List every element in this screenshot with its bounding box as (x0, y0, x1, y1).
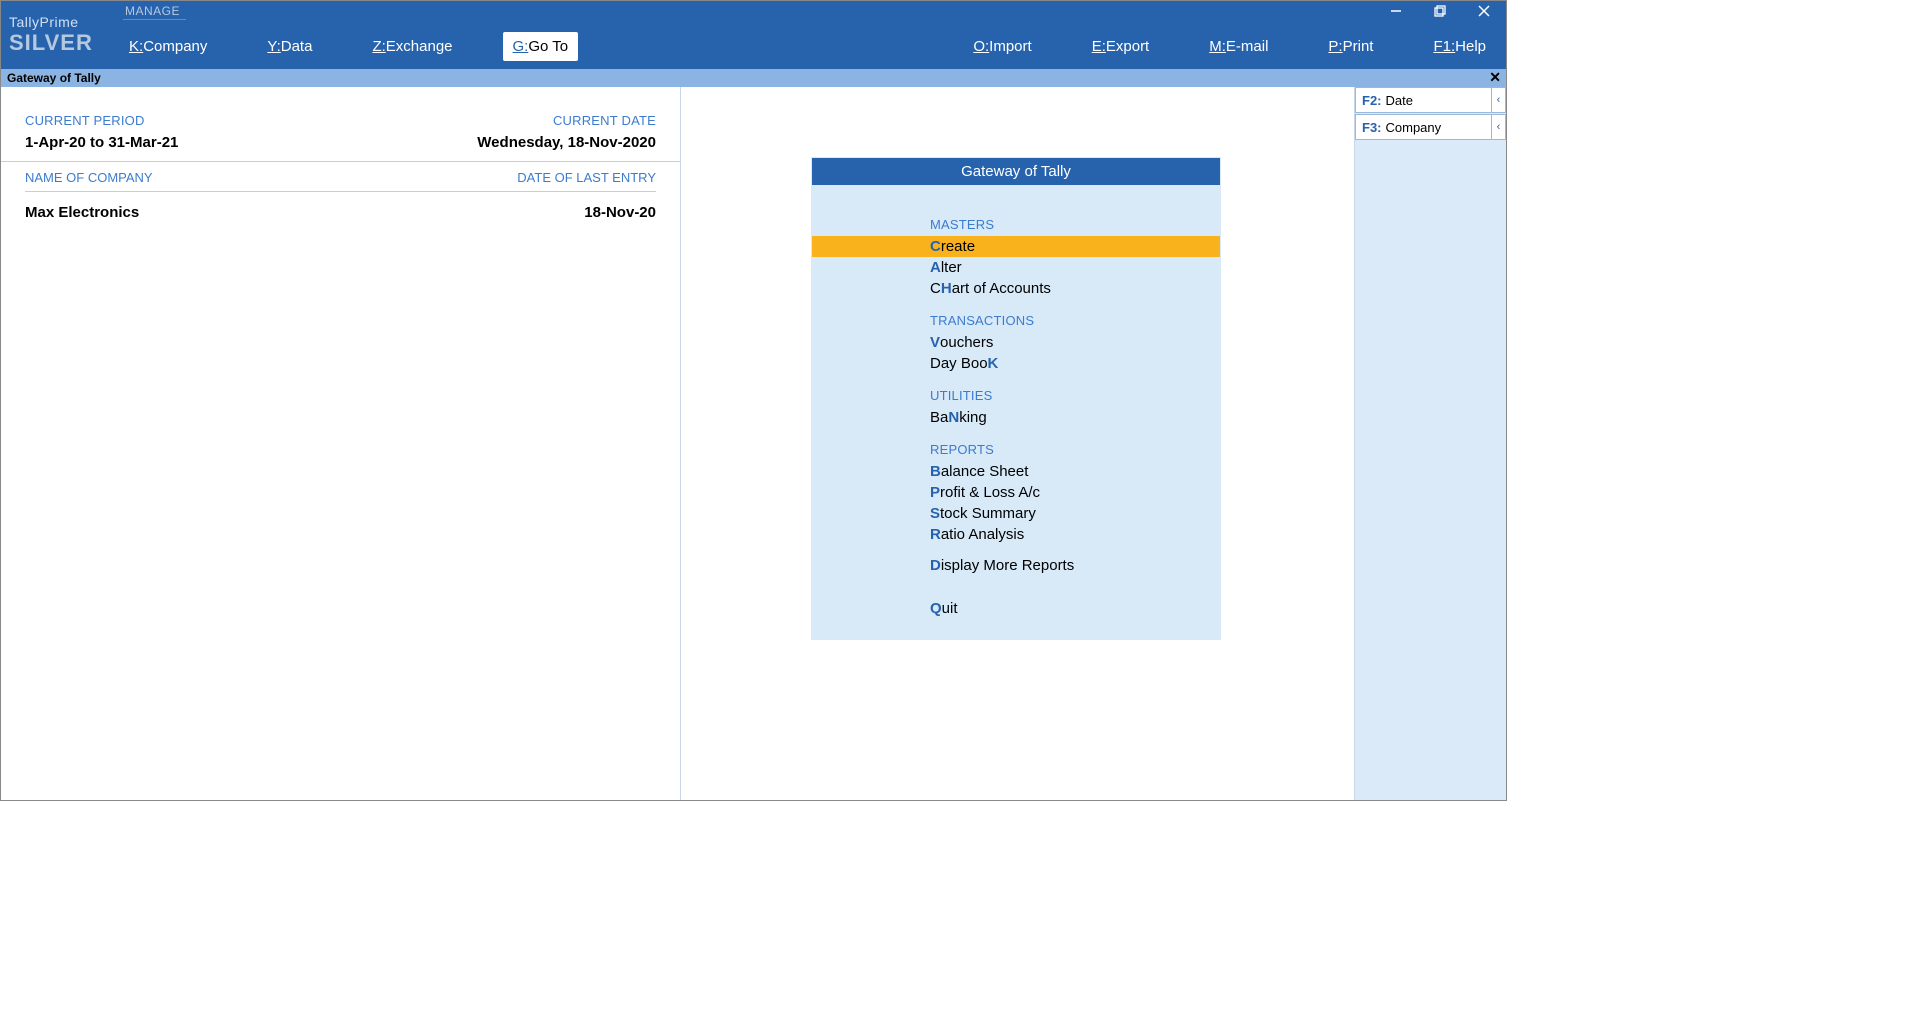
app-window: TallyPrime SILVER MANAGE K:Company Y:Dat… (0, 0, 1507, 801)
section-masters: MASTERS (812, 213, 1220, 236)
brand-block: TallyPrime SILVER (1, 1, 119, 69)
company-name-header: NAME OF COMPANY (25, 170, 153, 185)
sidebar-company-label: Company (1386, 120, 1442, 135)
gateway-panel: Gateway of Tally MASTERS Create Alter CH… (811, 157, 1221, 640)
right-sidebar: F2: Date ‹ F3: Company ‹ (1354, 87, 1506, 800)
company-name: Max Electronics (25, 204, 139, 221)
gateway-body: MASTERS Create Alter CHart of Accounts T… (812, 185, 1220, 639)
item-vouchers[interactable]: Vouchers (812, 332, 1220, 353)
period-block: CURRENT PERIOD CURRENT DATE 1-Apr-20 to … (1, 87, 680, 162)
subheader-close-icon[interactable]: ✕ (1489, 69, 1501, 86)
menu-print[interactable]: P:Print (1318, 32, 1383, 61)
brand-edition: SILVER (9, 30, 119, 56)
manage-label[interactable]: MANAGE (123, 4, 186, 20)
company-row[interactable]: Max Electronics 18-Nov-20 (25, 204, 656, 221)
item-quit[interactable]: Quit (812, 598, 1220, 619)
item-banking[interactable]: BaNking (812, 407, 1220, 428)
menu-help[interactable]: F1:Help (1423, 32, 1496, 61)
sub-header-title: Gateway of Tally (7, 71, 101, 85)
current-date-label: CURRENT DATE (553, 113, 656, 128)
menu-import[interactable]: O:Import (963, 32, 1041, 61)
item-ratio-analysis[interactable]: Ratio Analysis (812, 524, 1220, 545)
menu-exchange[interactable]: Z:Exchange (362, 32, 462, 61)
close-button[interactable] (1462, 1, 1506, 21)
item-profit-loss[interactable]: Profit & Loss A/c (812, 482, 1220, 503)
left-pane: CURRENT PERIOD CURRENT DATE 1-Apr-20 to … (1, 87, 681, 800)
menu-email[interactable]: M:E-mail (1199, 32, 1278, 61)
brand-name: TallyPrime (9, 14, 119, 30)
item-day-book[interactable]: Day BooK (812, 353, 1220, 374)
sidebar-company-key: F3: (1356, 120, 1386, 135)
section-utilities: UTILITIES (812, 384, 1220, 407)
current-period-label: CURRENT PERIOD (25, 113, 145, 128)
menu-export[interactable]: E:Export (1082, 32, 1160, 61)
menu-data[interactable]: Y:Data (257, 32, 322, 61)
gateway-title: Gateway of Tally (812, 158, 1220, 185)
main-menu: K:Company Y:Data Z:Exchange G:Go To O:Im… (119, 23, 1506, 69)
title-bar: TallyPrime SILVER MANAGE K:Company Y:Dat… (1, 1, 1506, 69)
menu-company[interactable]: K:Company (119, 32, 217, 61)
company-block: NAME OF COMPANY DATE OF LAST ENTRY Max E… (1, 162, 680, 221)
minimize-button[interactable] (1374, 1, 1418, 21)
company-date-header: DATE OF LAST ENTRY (517, 170, 656, 185)
menu-goto[interactable]: G:Go To (503, 32, 579, 61)
company-last-entry: 18-Nov-20 (584, 204, 656, 221)
item-alter[interactable]: Alter (812, 257, 1220, 278)
item-stock-summary[interactable]: Stock Summary (812, 503, 1220, 524)
body: CURRENT PERIOD CURRENT DATE 1-Apr-20 to … (1, 87, 1506, 800)
window-controls (1374, 1, 1506, 21)
chevron-left-icon[interactable]: ‹ (1491, 115, 1505, 139)
center-pane: Gateway of Tally MASTERS Create Alter CH… (681, 87, 1354, 800)
minimize-icon (1390, 5, 1402, 17)
chevron-left-icon[interactable]: ‹ (1491, 88, 1505, 112)
current-period-value: 1-Apr-20 to 31-Mar-21 (25, 134, 178, 151)
top-menu-col: MANAGE K:Company Y:Data Z:Exchange G:Go … (119, 1, 1506, 69)
sub-header: Gateway of Tally ✕ (1, 69, 1506, 87)
sidebar-date-key: F2: (1356, 93, 1386, 108)
maximize-button[interactable] (1418, 1, 1462, 21)
manage-row: MANAGE (119, 1, 1506, 23)
item-display-more-reports[interactable]: Display More Reports (812, 555, 1220, 576)
close-icon (1478, 5, 1490, 17)
maximize-icon (1434, 5, 1446, 17)
section-reports: REPORTS (812, 438, 1220, 461)
item-chart-of-accounts[interactable]: CHart of Accounts (812, 278, 1220, 299)
sidebar-date-label: Date (1386, 93, 1413, 108)
item-balance-sheet[interactable]: Balance Sheet (812, 461, 1220, 482)
item-create[interactable]: Create (812, 236, 1220, 257)
sidebar-date-button[interactable]: F2: Date ‹ (1355, 87, 1506, 113)
sidebar-company-button[interactable]: F3: Company ‹ (1355, 114, 1506, 140)
current-date-value: Wednesday, 18-Nov-2020 (477, 134, 656, 151)
section-transactions: TRANSACTIONS (812, 309, 1220, 332)
